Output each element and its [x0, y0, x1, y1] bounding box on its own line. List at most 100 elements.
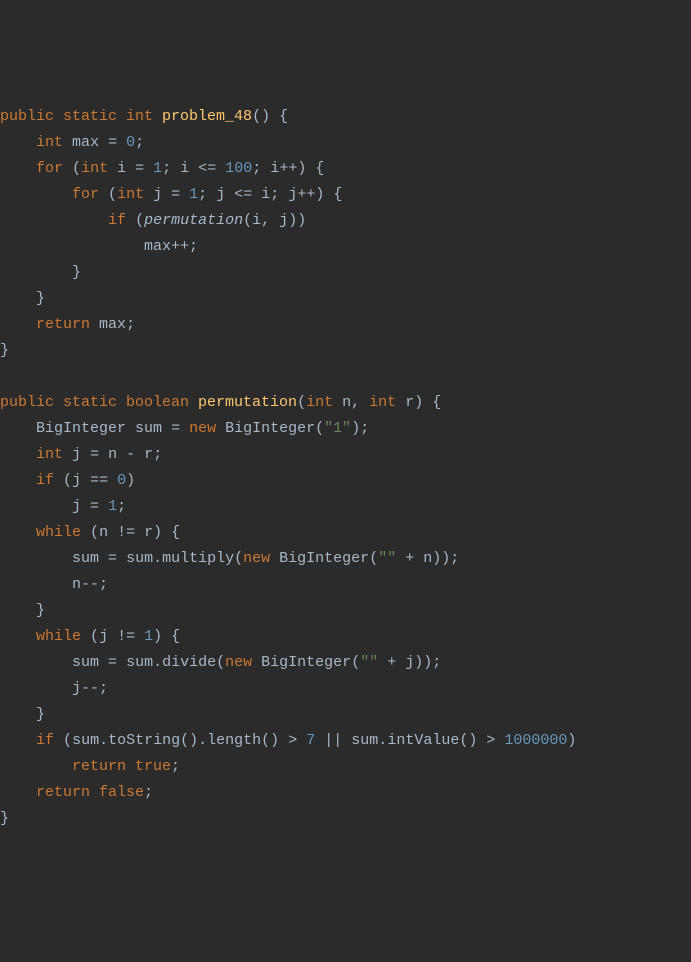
- ctor: BigInteger: [279, 550, 369, 567]
- semi: ;: [270, 186, 279, 203]
- brace: }: [0, 810, 9, 827]
- string: "": [360, 654, 378, 671]
- function-name: problem_48: [162, 108, 252, 125]
- number: 0: [126, 134, 135, 151]
- op: ==: [90, 472, 108, 489]
- var: i: [180, 160, 189, 177]
- type-keyword: int: [36, 446, 63, 463]
- paren: (: [63, 472, 72, 489]
- modifiers: public static int: [0, 108, 153, 125]
- op: +: [405, 550, 414, 567]
- brace: }: [36, 290, 45, 307]
- paren: (): [459, 732, 477, 749]
- var: max: [72, 134, 99, 151]
- paren: (: [243, 212, 252, 229]
- paren: (: [234, 550, 243, 567]
- var: j: [72, 446, 81, 463]
- type-keyword: int: [117, 186, 144, 203]
- op: =: [171, 420, 180, 437]
- paren: ) {: [297, 160, 324, 177]
- semi: ;: [117, 498, 126, 515]
- semi: ;: [99, 680, 108, 697]
- string: "1": [324, 420, 351, 437]
- type: BigInteger: [36, 420, 126, 437]
- paren: () {: [252, 108, 288, 125]
- code-editor[interactable]: public static int problem_48() { int max…: [0, 104, 691, 832]
- op: <=: [198, 160, 216, 177]
- stmt: max++: [144, 238, 189, 255]
- semi: ;: [171, 758, 180, 775]
- new-keyword: new: [243, 550, 270, 567]
- number: 1: [153, 160, 162, 177]
- type-keyword: int: [81, 160, 108, 177]
- semi: ;: [153, 446, 162, 463]
- paren: ): [126, 472, 135, 489]
- stmt: n--: [72, 576, 99, 593]
- if-keyword: if: [108, 212, 126, 229]
- var: j: [72, 472, 81, 489]
- paren: (: [369, 550, 378, 567]
- brace: }: [0, 342, 9, 359]
- paren: (: [315, 420, 324, 437]
- semi: ;: [126, 316, 135, 333]
- new-keyword: new: [225, 654, 252, 671]
- var: sum: [126, 654, 153, 671]
- var: sum: [126, 550, 153, 567]
- var: i: [261, 186, 270, 203]
- new-keyword: new: [189, 420, 216, 437]
- ctor: BigInteger: [225, 420, 315, 437]
- method: length: [207, 732, 261, 749]
- var: sum: [72, 550, 99, 567]
- semi: ;: [162, 160, 171, 177]
- comma: ,: [351, 394, 360, 411]
- paren: ): [351, 420, 360, 437]
- var: r: [144, 446, 153, 463]
- paren: ) {: [153, 524, 180, 541]
- type-keyword: int: [36, 134, 63, 151]
- while-keyword: while: [36, 628, 81, 645]
- var: n: [108, 446, 117, 463]
- method: multiply: [162, 550, 234, 567]
- method: divide: [162, 654, 216, 671]
- paren: (: [351, 654, 360, 671]
- paren: (: [135, 212, 144, 229]
- var: sum: [135, 420, 162, 437]
- semi: ;: [252, 160, 261, 177]
- type-keyword: int: [369, 394, 396, 411]
- semi: ;: [198, 186, 207, 203]
- semi: ;: [144, 784, 153, 801]
- number: 1: [108, 498, 117, 515]
- var: j: [405, 654, 414, 671]
- for-keyword: for: [72, 186, 99, 203]
- return-false: return false: [36, 784, 144, 801]
- op: ||: [324, 732, 342, 749]
- var: sum: [72, 732, 99, 749]
- op: =: [108, 550, 117, 567]
- paren: (: [297, 394, 306, 411]
- modifiers: public static boolean: [0, 394, 189, 411]
- function-call: permutation: [144, 212, 243, 229]
- op: !=: [117, 524, 135, 541]
- var: j: [153, 186, 162, 203]
- paren: ) {: [414, 394, 441, 411]
- ctor: BigInteger: [261, 654, 351, 671]
- type-keyword: int: [306, 394, 333, 411]
- dot: .: [198, 732, 207, 749]
- if-keyword: if: [36, 732, 54, 749]
- op: =: [108, 134, 117, 151]
- op: =: [90, 446, 99, 463]
- paren: ) {: [315, 186, 342, 203]
- arg: j: [279, 212, 288, 229]
- op: >: [288, 732, 297, 749]
- var: max: [99, 316, 126, 333]
- number: 1000000: [504, 732, 567, 749]
- while-keyword: while: [36, 524, 81, 541]
- inc: i++: [270, 160, 297, 177]
- number: 100: [225, 160, 252, 177]
- for-keyword: for: [36, 160, 63, 177]
- number: 0: [117, 472, 126, 489]
- var: i: [117, 160, 126, 177]
- dot: .: [153, 550, 162, 567]
- param: r: [405, 394, 414, 411]
- op: =: [108, 654, 117, 671]
